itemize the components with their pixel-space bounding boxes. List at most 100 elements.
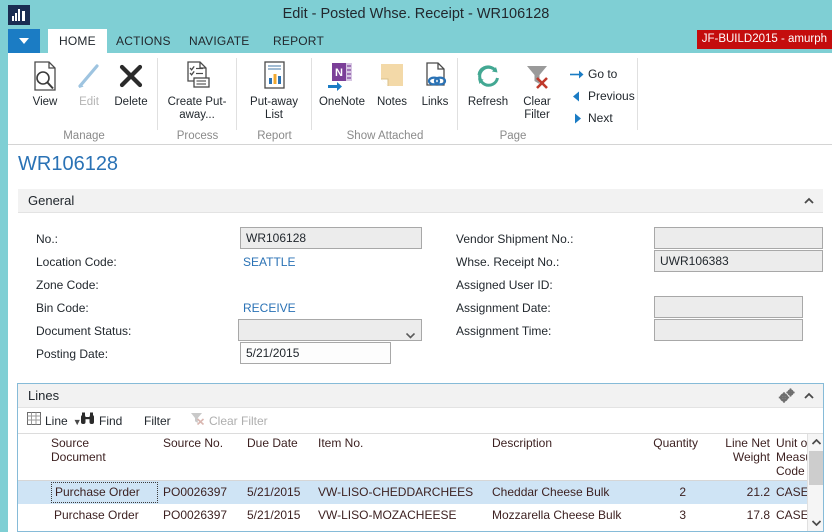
- cell-description[interactable]: Cheddar Cheese Bulk: [492, 481, 632, 504]
- create-putaway-button[interactable]: Create Put-away...: [162, 57, 232, 125]
- links-chain-page-icon: [414, 59, 456, 93]
- cell-source-no[interactable]: PO0026397: [163, 481, 243, 504]
- field-label-document-status: Document Status:: [36, 322, 131, 340]
- cell-description[interactable]: Mozzarella Cheese Bulk: [492, 504, 632, 527]
- arrow-right-triangle-icon: [568, 107, 586, 129]
- tab-report[interactable]: REPORT: [262, 29, 335, 53]
- chevron-down-icon: [19, 38, 29, 44]
- links-button[interactable]: Links: [414, 57, 456, 125]
- chevron-up-icon[interactable]: [803, 195, 815, 207]
- ribbon-group-show-attached: N OneNote: [312, 53, 458, 145]
- grid-table-icon: [27, 411, 41, 431]
- notes-button[interactable]: Notes: [370, 57, 414, 125]
- table-row[interactable]: Purchase Order PO0026397 5/21/2015 VW-LI…: [18, 481, 807, 504]
- scrollbar-thumb[interactable]: [809, 451, 823, 485]
- ribbon-group-label-page: Page: [458, 130, 568, 142]
- clear-filter-toolbar-label: Clear Filter: [209, 414, 268, 428]
- assignment-time-field[interactable]: [654, 319, 803, 341]
- go-to-button-label: Go to: [588, 67, 617, 81]
- refresh-button-label: Refresh: [462, 96, 514, 109]
- vendor-shipment-no-field[interactable]: [654, 227, 823, 249]
- ribbon-group-label-manage: Manage: [10, 130, 158, 142]
- refresh-button[interactable]: Refresh: [462, 57, 514, 125]
- environment-badge: JF-BUILD2015 - amurph: [697, 30, 832, 49]
- onenote-button[interactable]: N OneNote: [314, 57, 370, 125]
- field-label-assignment-date: Assignment Date:: [456, 299, 551, 317]
- column-header-quantity[interactable]: Quantity: [636, 436, 698, 450]
- next-button[interactable]: Next: [568, 107, 613, 129]
- bin-code-link[interactable]: RECEIVE: [243, 299, 296, 317]
- cell-quantity[interactable]: 2: [618, 481, 686, 504]
- next-button-label: Next: [588, 111, 613, 125]
- previous-button[interactable]: Previous: [568, 85, 635, 107]
- field-label-whse-receipt-no: Whse. Receipt No.:: [456, 253, 559, 271]
- create-putaway-doc-icon: [162, 59, 232, 93]
- tab-home[interactable]: HOME: [48, 29, 107, 53]
- cell-item-no[interactable]: VW-LISO-MOZACHEESE: [318, 504, 484, 527]
- chevron-down-icon: [406, 328, 414, 333]
- gears-settings-icon[interactable]: [777, 388, 797, 407]
- clear-filter-funnel-x-icon: [514, 59, 560, 93]
- onenote-icon: N: [314, 59, 370, 93]
- clear-filter-button-label: Clear Filter: [514, 96, 560, 122]
- delete-button-label: Delete: [100, 96, 162, 109]
- location-code-link[interactable]: SEATTLE: [243, 253, 295, 271]
- lines-fasttab-header[interactable]: Lines: [18, 384, 823, 408]
- cell-quantity[interactable]: 3: [618, 504, 686, 527]
- column-header-due-date[interactable]: Due Date: [247, 436, 313, 450]
- cell-source-no[interactable]: PO0026397: [163, 504, 243, 527]
- delete-button[interactable]: Delete: [100, 57, 162, 125]
- field-label-assignment-time: Assignment Time:: [456, 322, 551, 340]
- cell-due-date[interactable]: 5/21/2015: [247, 481, 317, 504]
- posting-date-field[interactable]: 5/21/2015: [240, 342, 391, 364]
- table-row[interactable]: Purchase Order PO0026397 5/21/2015 VW-LI…: [18, 504, 807, 527]
- go-to-button[interactable]: Go to: [568, 63, 617, 85]
- field-label-vendor-shipment-no: Vendor Shipment No.:: [456, 230, 573, 248]
- fasttab-general-label: General: [28, 189, 74, 213]
- line-menu-button[interactable]: Line▼: [27, 411, 82, 431]
- lines-grid: Source Document Source No. Due Date Item…: [18, 434, 823, 531]
- clear-filter-funnel-x-icon: [190, 411, 205, 431]
- clear-filter-toolbar-button[interactable]: Clear Filter: [190, 411, 268, 431]
- cell-source-document[interactable]: Purchase Order: [54, 504, 158, 527]
- clear-filter-button[interactable]: Clear Filter: [514, 57, 560, 125]
- assignment-date-field[interactable]: [654, 296, 803, 318]
- field-label-posting-date: Posting Date:: [36, 345, 108, 363]
- file-menu-button[interactable]: [8, 29, 40, 53]
- cell-line-net-weight[interactable]: 21.2: [708, 481, 770, 504]
- field-label-location-code: Location Code:: [36, 253, 117, 271]
- ribbon: View Edit Delete: [8, 53, 832, 145]
- find-button-label: Find: [99, 414, 122, 428]
- fasttab-general-header[interactable]: General: [18, 189, 823, 213]
- ribbon-group-label-process: Process: [158, 130, 237, 142]
- ribbon-group-manage: View Edit Delete: [10, 53, 158, 145]
- find-button[interactable]: Find: [80, 411, 122, 431]
- lines-grid-scrollbar[interactable]: [807, 434, 823, 531]
- delete-x-icon: [100, 59, 162, 93]
- application-window: Edit - Posted Whse. Receipt - WR106128 H…: [0, 0, 832, 532]
- chevron-down-icon[interactable]: [808, 515, 824, 531]
- filter-button[interactable]: Filter: [144, 411, 171, 431]
- putaway-list-button[interactable]: Put-away List: [241, 57, 307, 125]
- column-header-source-no[interactable]: Source No.: [163, 436, 237, 450]
- no-field[interactable]: WR106128: [240, 227, 422, 249]
- onenote-button-label: OneNote: [314, 96, 370, 109]
- chevron-up-icon[interactable]: [803, 390, 815, 402]
- column-header-description[interactable]: Description: [492, 436, 602, 450]
- document-status-dropdown[interactable]: [238, 319, 422, 341]
- column-header-item-no[interactable]: Item No.: [318, 436, 438, 450]
- chevron-up-icon[interactable]: [808, 434, 824, 450]
- create-putaway-button-label: Create Put-away...: [162, 96, 232, 122]
- column-header-line-net-weight[interactable]: Line Net Weight: [718, 436, 770, 464]
- column-header-source-document[interactable]: Source Document: [51, 436, 123, 464]
- whse-receipt-no-field[interactable]: UWR106383: [654, 250, 823, 272]
- tab-actions[interactable]: ACTIONS: [105, 29, 182, 53]
- cell-line-net-weight[interactable]: 17.8: [708, 504, 770, 527]
- notes-button-label: Notes: [370, 96, 414, 109]
- refresh-circular-arrows-icon: [462, 59, 514, 93]
- binoculars-icon: [80, 411, 95, 431]
- cell-item-no[interactable]: VW-LISO-CHEDDARCHEES: [318, 481, 484, 504]
- cell-due-date[interactable]: 5/21/2015: [247, 504, 317, 527]
- tab-navigate[interactable]: NAVIGATE: [178, 29, 261, 53]
- cell-source-document[interactable]: Purchase Order: [51, 482, 158, 503]
